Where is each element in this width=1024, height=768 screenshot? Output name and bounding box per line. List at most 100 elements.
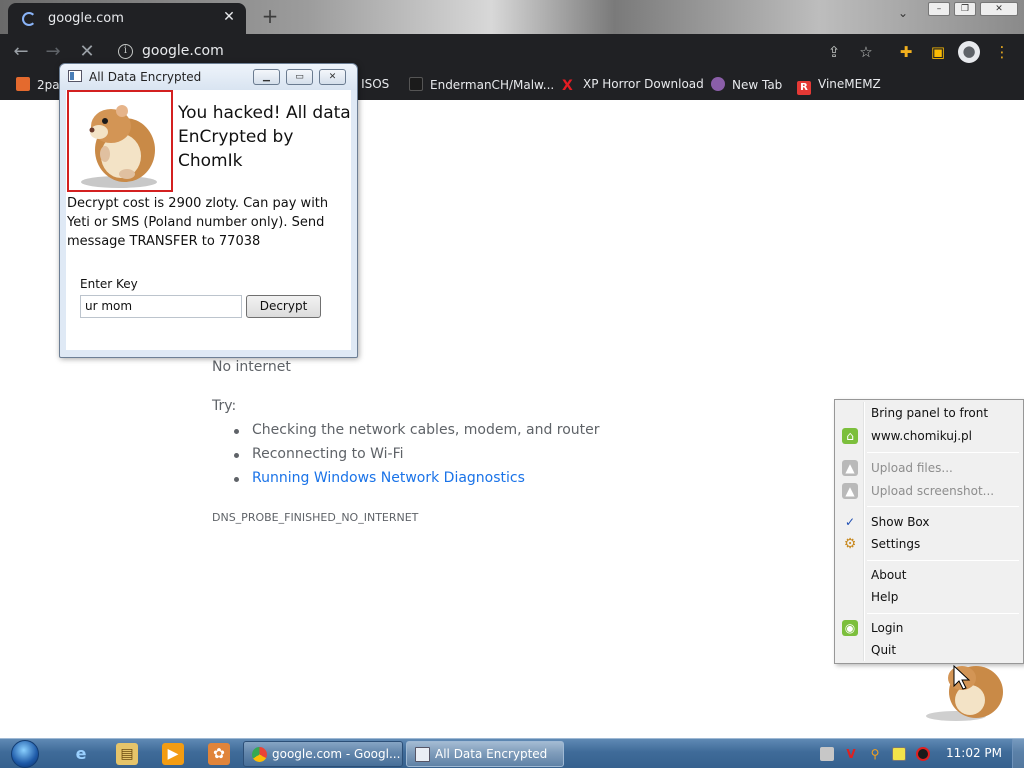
media-player-icon[interactable]: ▶	[162, 743, 184, 765]
tray-context-menu: Bring panel to front ⌂ www.chomikuj.pl ▲…	[834, 399, 1024, 664]
bookmark-item[interactable]: EndermanCH/Malw...	[409, 77, 554, 92]
address-bar[interactable]: i google.com	[110, 38, 510, 66]
dialog-maximize-button[interactable]: ▭	[286, 69, 313, 85]
window-app-icon	[415, 747, 430, 762]
browser-tab-strip: google.com ✕ + ⌄ – ❐ ✕	[0, 0, 1024, 34]
taskbar-button-label: google.com - Googl...	[272, 747, 401, 761]
gear-icon: ⚙	[843, 536, 857, 552]
side-panel-icon[interactable]: ▣	[928, 42, 948, 62]
menu-item-label: Quit	[871, 643, 897, 657]
home-icon: ⌂	[842, 428, 858, 444]
hamster-icon	[926, 664, 1003, 721]
browser-tab[interactable]: google.com ✕	[8, 3, 246, 34]
new-tab-button[interactable]: +	[258, 5, 282, 29]
chomikuj-icon[interactable]: ✿	[208, 743, 230, 765]
menu-item-settings[interactable]: ⚙ Settings	[837, 533, 1021, 555]
taskbar-chrome-button[interactable]: google.com - Googl...	[243, 741, 403, 767]
menu-item-label: Show Box	[871, 515, 930, 529]
search-tray-icon[interactable]: ⚲	[868, 747, 882, 761]
record-tray-icon[interactable]	[916, 747, 930, 761]
x-favicon-icon: X	[562, 78, 573, 94]
menu-item-upload-files[interactable]: ▲ Upload files...	[837, 457, 1021, 479]
login-icon: ◉	[842, 620, 858, 636]
menu-item-bring-panel-to-front[interactable]: Bring panel to front	[837, 402, 1021, 424]
suggestion-item: Checking the network cables, modem, and …	[234, 422, 600, 446]
menu-item-label: About	[871, 568, 907, 582]
menu-item-help[interactable]: Help	[837, 586, 1021, 608]
upload-screenshot-icon: ▲	[842, 483, 858, 499]
network-tray-icon[interactable]	[820, 747, 834, 761]
dialog-titlebar[interactable]: All Data Encrypted ▁ ▭ ✕	[60, 64, 357, 90]
menu-separator	[867, 613, 1019, 614]
windows-taskbar: e ▤ ▶ ✿ google.com - Googl... All Data E…	[0, 738, 1024, 768]
menu-item-about[interactable]: About	[837, 564, 1021, 586]
show-desktop-button[interactable]	[1012, 739, 1024, 768]
menu-item-label: Help	[871, 590, 899, 604]
bookmark-label: XP Horror Download	[583, 77, 704, 91]
menu-item-show-box[interactable]: ✓ Show Box	[837, 511, 1021, 533]
bookmark-favicon-icon	[16, 77, 30, 91]
menu-separator	[867, 452, 1019, 453]
youtube-favicon-icon	[409, 77, 423, 91]
key-label: Enter Key	[80, 277, 138, 291]
share-icon[interactable]: ⇪	[824, 42, 844, 62]
dialog-title: All Data Encrypted	[89, 70, 202, 84]
more-menu-icon[interactable]: ⋮	[992, 42, 1012, 62]
dialog-minimize-button[interactable]: ▁	[253, 69, 280, 85]
tab-title: google.com	[48, 11, 124, 26]
menu-separator	[867, 506, 1019, 507]
decrypt-button[interactable]: Decrypt	[246, 295, 321, 318]
file-explorer-icon[interactable]: ▤	[116, 743, 138, 765]
dialog-close-button[interactable]: ✕	[319, 69, 346, 85]
internet-explorer-icon[interactable]: e	[70, 743, 92, 765]
taskbar-ransom-button[interactable]: All Data Encrypted	[406, 741, 564, 767]
profile-avatar-icon[interactable]: ●	[958, 41, 980, 63]
address-url: google.com	[142, 43, 224, 59]
minimize-window-button[interactable]: –	[928, 2, 950, 16]
chrome-icon	[252, 747, 267, 762]
bookmark-star-icon[interactable]: ☆	[856, 42, 876, 62]
restore-window-button[interactable]: ❐	[954, 2, 976, 16]
desktop-hamster-pet[interactable]	[918, 660, 1008, 722]
loading-spinner-icon	[22, 12, 36, 26]
antivirus-tray-icon[interactable]: V	[844, 747, 858, 761]
forward-arrow-icon[interactable]: →	[42, 42, 64, 64]
checkmark-icon: ✓	[844, 515, 856, 529]
menu-item-login[interactable]: ◉ Login	[837, 617, 1021, 639]
bookmark-item[interactable]: New Tab	[711, 77, 782, 92]
ransom-headline: You hacked! All data EnCrypted by ChomIk	[178, 103, 351, 171]
tab-search-icon[interactable]: ⌄	[898, 6, 908, 20]
site-info-icon[interactable]: i	[118, 44, 133, 59]
menu-item-label: Upload files...	[871, 461, 953, 475]
notification-tray-icon[interactable]	[892, 747, 906, 761]
tab-close-button[interactable]: ✕	[220, 8, 238, 26]
menu-item-upload-screenshot[interactable]: ▲ Upload screenshot...	[837, 480, 1021, 502]
menu-item-label: Bring panel to front	[871, 406, 989, 420]
stop-loading-icon[interactable]: ✕	[76, 42, 98, 64]
bookmark-item[interactable]: X XP Horror Download	[562, 77, 704, 93]
bookmark-label: New Tab	[732, 78, 783, 92]
bookmark-label: VineMEMZ	[818, 77, 881, 91]
network-diagnostics-link[interactable]: Running Windows Network Diagnostics	[234, 470, 600, 494]
menu-item-quit[interactable]: Quit	[837, 639, 1021, 661]
menu-item-chomikuj-website[interactable]: ⌂ www.chomikuj.pl	[837, 425, 1021, 447]
bookmark-label: EndermanCH/Malw...	[430, 78, 555, 92]
menu-item-label: Settings	[871, 537, 921, 551]
bookmark-item[interactable]: R VineMEMZ	[797, 77, 881, 95]
error-code: DNS_PROBE_FINISHED_NO_INTERNET	[212, 511, 419, 524]
dialog-content: You hacked! All data EnCrypted by ChomIk…	[66, 90, 351, 350]
windows-logo-icon	[11, 740, 39, 768]
menu-separator	[867, 560, 1019, 561]
bookmark-item[interactable]: 2pa	[16, 77, 60, 92]
close-window-button[interactable]: ✕	[980, 2, 1018, 16]
back-arrow-icon[interactable]: ←	[10, 42, 32, 64]
try-label: Try:	[212, 398, 237, 414]
key-input[interactable]: ur mom	[80, 295, 242, 318]
menu-item-label: Upload screenshot...	[871, 484, 995, 498]
upload-files-icon: ▲	[842, 460, 858, 476]
extensions-puzzle-icon[interactable]: ✚	[896, 42, 916, 62]
start-button[interactable]	[6, 739, 46, 768]
window-app-icon	[68, 70, 82, 82]
new-tab-favicon-icon	[711, 77, 725, 91]
taskbar-clock[interactable]: 11:02 PM	[946, 746, 1002, 760]
